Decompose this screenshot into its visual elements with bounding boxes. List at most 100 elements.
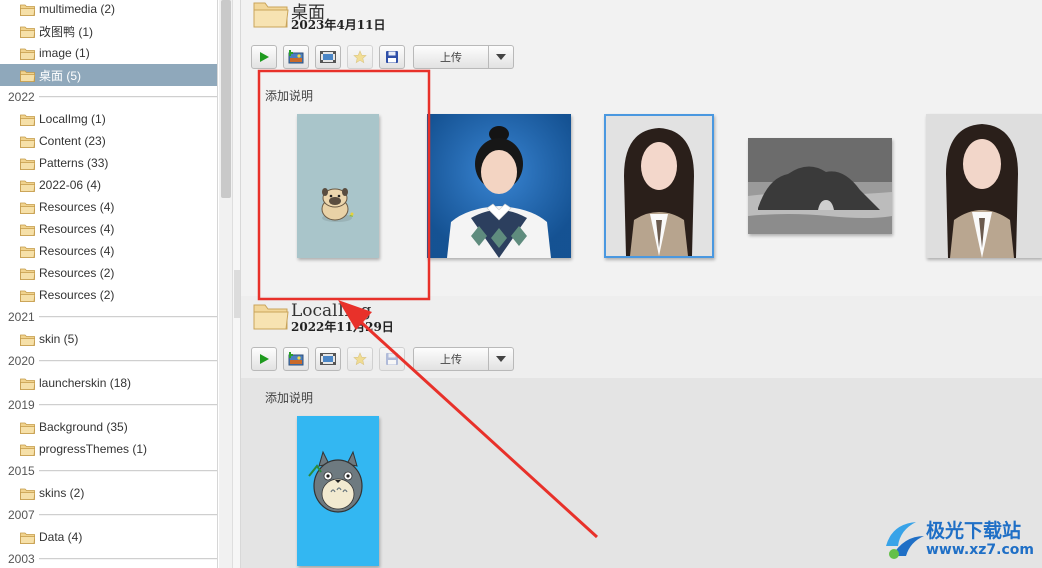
folder-label: Content (23): [39, 134, 106, 148]
folder-item[interactable]: skins (2): [0, 482, 217, 504]
folder-label: multimedia (2): [39, 2, 116, 16]
save-icon: [386, 51, 398, 63]
folder-item[interactable]: LocalImg (1): [0, 108, 217, 130]
folder-label: skins (2): [39, 486, 85, 500]
upload-button[interactable]: 上传: [413, 347, 489, 371]
year-divider: [38, 514, 217, 516]
play-icon: [260, 52, 269, 62]
folder-icon: [20, 113, 35, 126]
photo-thumbnail-portrait-blue[interactable]: [427, 114, 571, 258]
pane-splitter[interactable]: [233, 0, 241, 568]
year-group-header: 2022: [0, 86, 217, 108]
upload-combo: 上传: [413, 45, 514, 69]
year-group-header: 2021: [0, 306, 217, 328]
year-divider: [38, 360, 217, 362]
folder-item[interactable]: Content (23): [0, 130, 217, 152]
year-group-header: 2015: [0, 460, 217, 482]
photo-manager-window: multimedia (2) 改图鸭 (1) image (1) 桌面 (5) 2022…: [0, 0, 1042, 568]
folder-item[interactable]: Resources (4): [0, 240, 217, 262]
folder-icon: [20, 69, 35, 82]
photo-thumbnail-landscape[interactable]: [748, 138, 892, 234]
star-icon: [353, 50, 367, 64]
album-photos: 添加说明: [241, 74, 1042, 296]
folder-item[interactable]: Background (35): [0, 416, 217, 438]
folder-item[interactable]: 改图鸭 (1): [0, 20, 217, 42]
portrait-photo: [606, 116, 712, 256]
photo-thumbnail-portrait-gray-2[interactable]: [926, 114, 1042, 258]
add-photo-button[interactable]: [283, 45, 309, 69]
year-label: 2021: [8, 310, 35, 324]
add-photo-icon: [288, 352, 304, 366]
folder-label: Resources (4): [39, 244, 115, 258]
folder-icon: [20, 179, 35, 192]
landscape-photo: [748, 138, 892, 234]
play-slideshow-button[interactable]: [251, 347, 277, 371]
folder-icon: [20, 3, 35, 16]
portrait-photo: [926, 114, 1042, 258]
folder-item[interactable]: Resources (2): [0, 284, 217, 306]
favorite-button[interactable]: [347, 45, 373, 69]
upload-dropdown[interactable]: [489, 45, 514, 69]
upload-dropdown[interactable]: [489, 347, 514, 371]
folder-item[interactable]: launcherskin (18): [0, 372, 217, 394]
add-caption-link[interactable]: 添加说明: [265, 389, 313, 406]
totoro-illustration: [297, 416, 379, 566]
photo-thumbnail-totoro[interactable]: [297, 416, 379, 566]
slideshow-button[interactable]: [315, 347, 341, 371]
folder-item[interactable]: Patterns (33): [0, 152, 217, 174]
album-header: 桌面 2023年4月11日 上传: [241, 0, 1042, 74]
upload-button[interactable]: 上传: [413, 45, 489, 69]
year-divider: [38, 470, 217, 472]
add-photo-button[interactable]: [283, 347, 309, 371]
folder-label: progressThemes (1): [39, 442, 148, 456]
folder-item[interactable]: multimedia (2): [0, 0, 217, 20]
folder-item[interactable]: Resources (2): [0, 262, 217, 284]
album-toolbar: 上传: [251, 346, 514, 372]
folder-item[interactable]: 2022-06 (4): [0, 174, 217, 196]
slideshow-icon: [320, 51, 336, 63]
folder-item[interactable]: skin (5): [0, 328, 217, 350]
folder-item[interactable]: image (1): [0, 42, 217, 64]
year-divider: [38, 404, 217, 406]
save-button[interactable]: [379, 45, 405, 69]
folder-item[interactable]: Resources (4): [0, 196, 217, 218]
album-header: LocalImg 2022年11月29日 上传: [241, 296, 1042, 378]
year-divider: [38, 316, 217, 318]
folder-icon: [20, 531, 35, 544]
year-label: 2020: [8, 354, 35, 368]
save-icon: [386, 353, 398, 365]
folder-item[interactable]: Resources (4): [0, 218, 217, 240]
album-desktop: 桌面 2023年4月11日 上传 添加说明: [241, 0, 1042, 296]
favorite-button[interactable]: [347, 347, 373, 371]
folder-label: Resources (4): [39, 222, 115, 236]
sidebar-scrollbar[interactable]: [219, 0, 233, 568]
play-icon: [260, 354, 269, 364]
photo-thumbnail-pug[interactable]: [297, 114, 379, 258]
folder-label: Background (35): [39, 420, 128, 434]
star-icon: [353, 352, 367, 366]
splitter-grip[interactable]: [234, 270, 240, 318]
year-label: 2007: [8, 508, 35, 522]
save-button[interactable]: [379, 347, 405, 371]
folder-item[interactable]: 桌面 (5): [0, 64, 217, 86]
play-slideshow-button[interactable]: [251, 45, 277, 69]
folder-tree: multimedia (2) 改图鸭 (1) image (1) 桌面 (5) 2022…: [0, 0, 218, 568]
album-date: 2023年4月11日: [291, 18, 386, 32]
year-label: 2015: [8, 464, 35, 478]
slideshow-button[interactable]: [315, 45, 341, 69]
folder-label: Resources (4): [39, 200, 115, 214]
folder-icon: [20, 223, 35, 236]
folder-icon: [20, 443, 35, 456]
year-label: 2022: [8, 90, 35, 104]
folder-icon: [20, 377, 35, 390]
aurora-logo-icon: [886, 522, 924, 559]
add-caption-link[interactable]: 添加说明: [265, 87, 313, 104]
folder-item[interactable]: Data (4): [0, 526, 217, 548]
scrollbar-thumb[interactable]: [221, 0, 231, 198]
folder-icon: [20, 201, 35, 214]
year-group-header: 2020: [0, 350, 217, 372]
folder-icon: [20, 245, 35, 258]
folder-item[interactable]: progressThemes (1): [0, 438, 217, 460]
watermark-title: 极光下载站: [926, 520, 1022, 542]
photo-thumbnail-portrait-gray[interactable]: [604, 114, 714, 258]
